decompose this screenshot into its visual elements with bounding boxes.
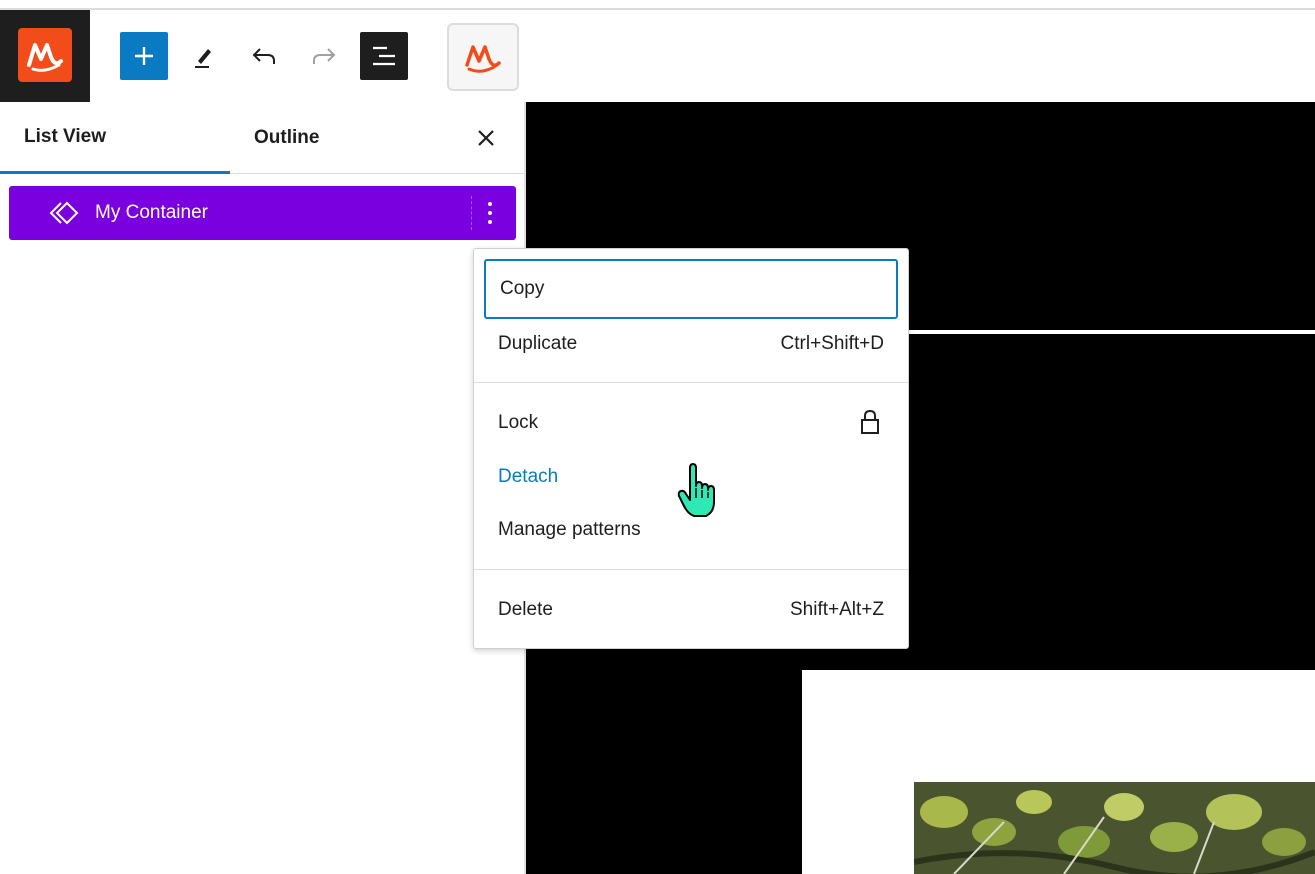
- sidebar-tabs: List View Outline: [0, 102, 524, 174]
- undo-button[interactable]: [240, 32, 288, 80]
- redo-button[interactable]: [300, 32, 348, 80]
- top-rule: [0, 0, 1315, 10]
- close-sidebar-button[interactable]: [470, 122, 502, 154]
- site-logo-icon: [18, 28, 72, 82]
- plus-icon: [135, 47, 153, 65]
- editor-app: List View Outline My Container Copy Dupl…: [0, 0, 1315, 874]
- site-logo-button[interactable]: [0, 10, 90, 102]
- menu-item-duplicate[interactable]: Duplicate Ctrl+Shift+D: [484, 318, 898, 370]
- list-item-my-container[interactable]: My Container: [9, 186, 516, 240]
- plant-image[interactable]: [914, 782, 1315, 874]
- menu-item-label: Lock: [498, 412, 539, 433]
- pattern-logo-icon: [465, 45, 501, 73]
- menu-separator: [474, 382, 908, 383]
- options-button[interactable]: [471, 196, 507, 230]
- synced-pattern-icon: [49, 201, 79, 225]
- close-icon: [478, 130, 494, 146]
- redo-icon: [313, 48, 336, 64]
- menu-item-delete[interactable]: Delete Shift+Alt+Z: [484, 584, 898, 636]
- menu-item-label: Delete: [498, 599, 553, 620]
- undo-icon: [252, 48, 275, 64]
- menu-item-shortcut: Shift+Alt+Z: [790, 599, 884, 620]
- menu-item-label: Copy: [500, 278, 545, 299]
- list-item-label: My Container: [95, 202, 208, 223]
- more-vertical-icon: [487, 202, 492, 224]
- list-view-sidebar: List View Outline My Container: [0, 102, 526, 874]
- editor-toolbar: [0, 10, 1315, 102]
- tools-button[interactable]: [180, 32, 228, 80]
- hand-cursor-icon: [677, 463, 715, 517]
- menu-item-label: Detach: [498, 466, 559, 487]
- menu-item-copy[interactable]: Copy: [484, 259, 898, 319]
- menu-item-shortcut: Ctrl+Shift+D: [780, 333, 884, 354]
- lock-icon: [861, 409, 879, 434]
- add-block-button[interactable]: [120, 32, 168, 80]
- pattern-button[interactable]: [447, 23, 519, 91]
- menu-item-lock[interactable]: Lock: [484, 397, 898, 449]
- menu-item-label: Duplicate: [498, 333, 578, 354]
- tab-outline[interactable]: Outline: [230, 102, 430, 174]
- menu-separator: [474, 569, 908, 570]
- list-view-button[interactable]: [360, 32, 408, 80]
- list-view-icon: [373, 46, 395, 66]
- pencil-icon: [195, 49, 211, 68]
- menu-item-label: Manage patterns: [498, 519, 641, 540]
- tab-list-view[interactable]: List View: [0, 102, 230, 174]
- block-options-menu: Copy Duplicate Ctrl+Shift+D Lock Detach …: [473, 248, 909, 649]
